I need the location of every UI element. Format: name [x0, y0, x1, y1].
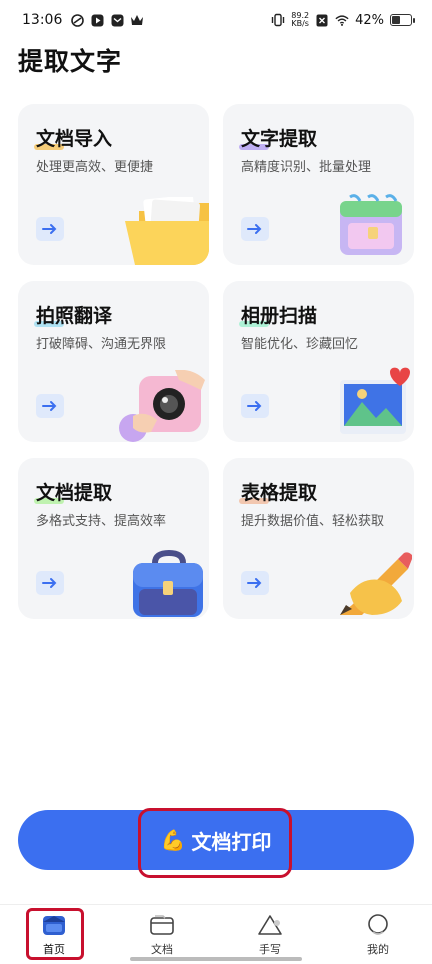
tab-profile[interactable]: 我的	[324, 905, 432, 964]
card-subtitle: 打破障碍、沟通无界限	[36, 337, 167, 352]
play-icon	[90, 13, 104, 27]
card-subtitle: 智能优化、珍藏回忆	[241, 337, 359, 352]
no-sim-icon	[315, 13, 329, 27]
card-document-extraction[interactable]: 文档提取 多格式支持、提高效率	[18, 458, 209, 619]
arrow-right-icon[interactable]	[36, 571, 64, 595]
arrow-right-icon[interactable]	[241, 217, 269, 241]
card-text-extraction[interactable]: 文字提取 高精度识别、批量处理	[223, 104, 414, 265]
triangle-icon	[257, 913, 283, 937]
battery-level	[392, 16, 400, 24]
battery-percent: 42%	[355, 12, 384, 28]
sync-icon	[70, 13, 84, 27]
card-document-import[interactable]: 文档导入 处理更高效、更便捷	[18, 104, 209, 265]
card-title: 文档提取	[36, 482, 113, 504]
profile-icon	[365, 913, 391, 937]
status-right: 89.2 KB/s 42%	[271, 12, 415, 28]
tab-documents[interactable]: 文档	[108, 905, 216, 964]
tab-handwriting[interactable]: 手写	[216, 905, 324, 964]
briefcase-icon	[133, 549, 203, 617]
home-indicator	[130, 957, 302, 961]
bottom-tab-bar: 首页 文档 手写 我的	[0, 904, 432, 964]
network-speed: 89.2 KB/s	[291, 12, 309, 28]
crown-icon	[130, 13, 144, 27]
print-button-label: 文档打印	[191, 829, 272, 854]
card-subtitle: 提升数据价值、轻松获取	[241, 514, 385, 529]
folder-icon	[125, 197, 209, 265]
flexed-biceps-icon: 💪	[160, 828, 186, 852]
tab-label: 我的	[367, 943, 389, 956]
mail-icon	[110, 13, 124, 27]
home-icon	[41, 913, 67, 937]
photo-album-icon	[340, 367, 410, 434]
card-title: 表格提取	[241, 482, 318, 504]
pencil-hand-icon	[340, 552, 412, 615]
card-table-extraction[interactable]: 表格提取 提升数据价值、轻松获取	[223, 458, 414, 619]
arrow-right-icon[interactable]	[241, 394, 269, 418]
status-bar: 13:06 89.2 KB/s 42%	[0, 0, 432, 40]
status-time: 13:06	[22, 12, 63, 28]
feature-grid: 文档导入 处理更高效、更便捷 文字提取 高精度识别、批量处理 拍照翻译 打破障碍…	[18, 104, 414, 619]
card-title: 文档导入	[36, 128, 113, 150]
card-subtitle: 高精度识别、批量处理	[241, 160, 372, 175]
folder-tab-icon	[149, 913, 175, 937]
tab-home[interactable]: 首页	[0, 905, 108, 964]
vibrate-icon	[271, 13, 285, 27]
battery-icon	[390, 14, 415, 26]
card-subtitle: 处理更高效、更便捷	[36, 160, 154, 175]
tab-label: 手写	[259, 943, 281, 956]
tab-label: 文档	[151, 943, 173, 956]
network-speed-unit: KB/s	[291, 19, 309, 28]
arrow-right-icon[interactable]	[36, 217, 64, 241]
camera-icon	[119, 370, 205, 442]
arrow-right-icon[interactable]	[36, 394, 64, 418]
page-title: 提取文字	[18, 47, 123, 76]
card-album-scan[interactable]: 相册扫描 智能优化、珍藏回忆	[223, 281, 414, 442]
wifi-icon	[335, 13, 349, 27]
calendar-icon	[340, 194, 402, 255]
print-document-button[interactable]: 💪 文档打印	[18, 810, 414, 870]
card-photo-translate[interactable]: 拍照翻译 打破障碍、沟通无界限	[18, 281, 209, 442]
tab-label: 首页	[43, 943, 65, 956]
card-title: 拍照翻译	[36, 305, 113, 327]
status-left: 13:06	[22, 12, 144, 28]
card-subtitle: 多格式支持、提高效率	[36, 514, 167, 529]
arrow-right-icon[interactable]	[241, 571, 269, 595]
card-title: 文字提取	[241, 128, 318, 150]
card-title: 相册扫描	[241, 305, 318, 327]
